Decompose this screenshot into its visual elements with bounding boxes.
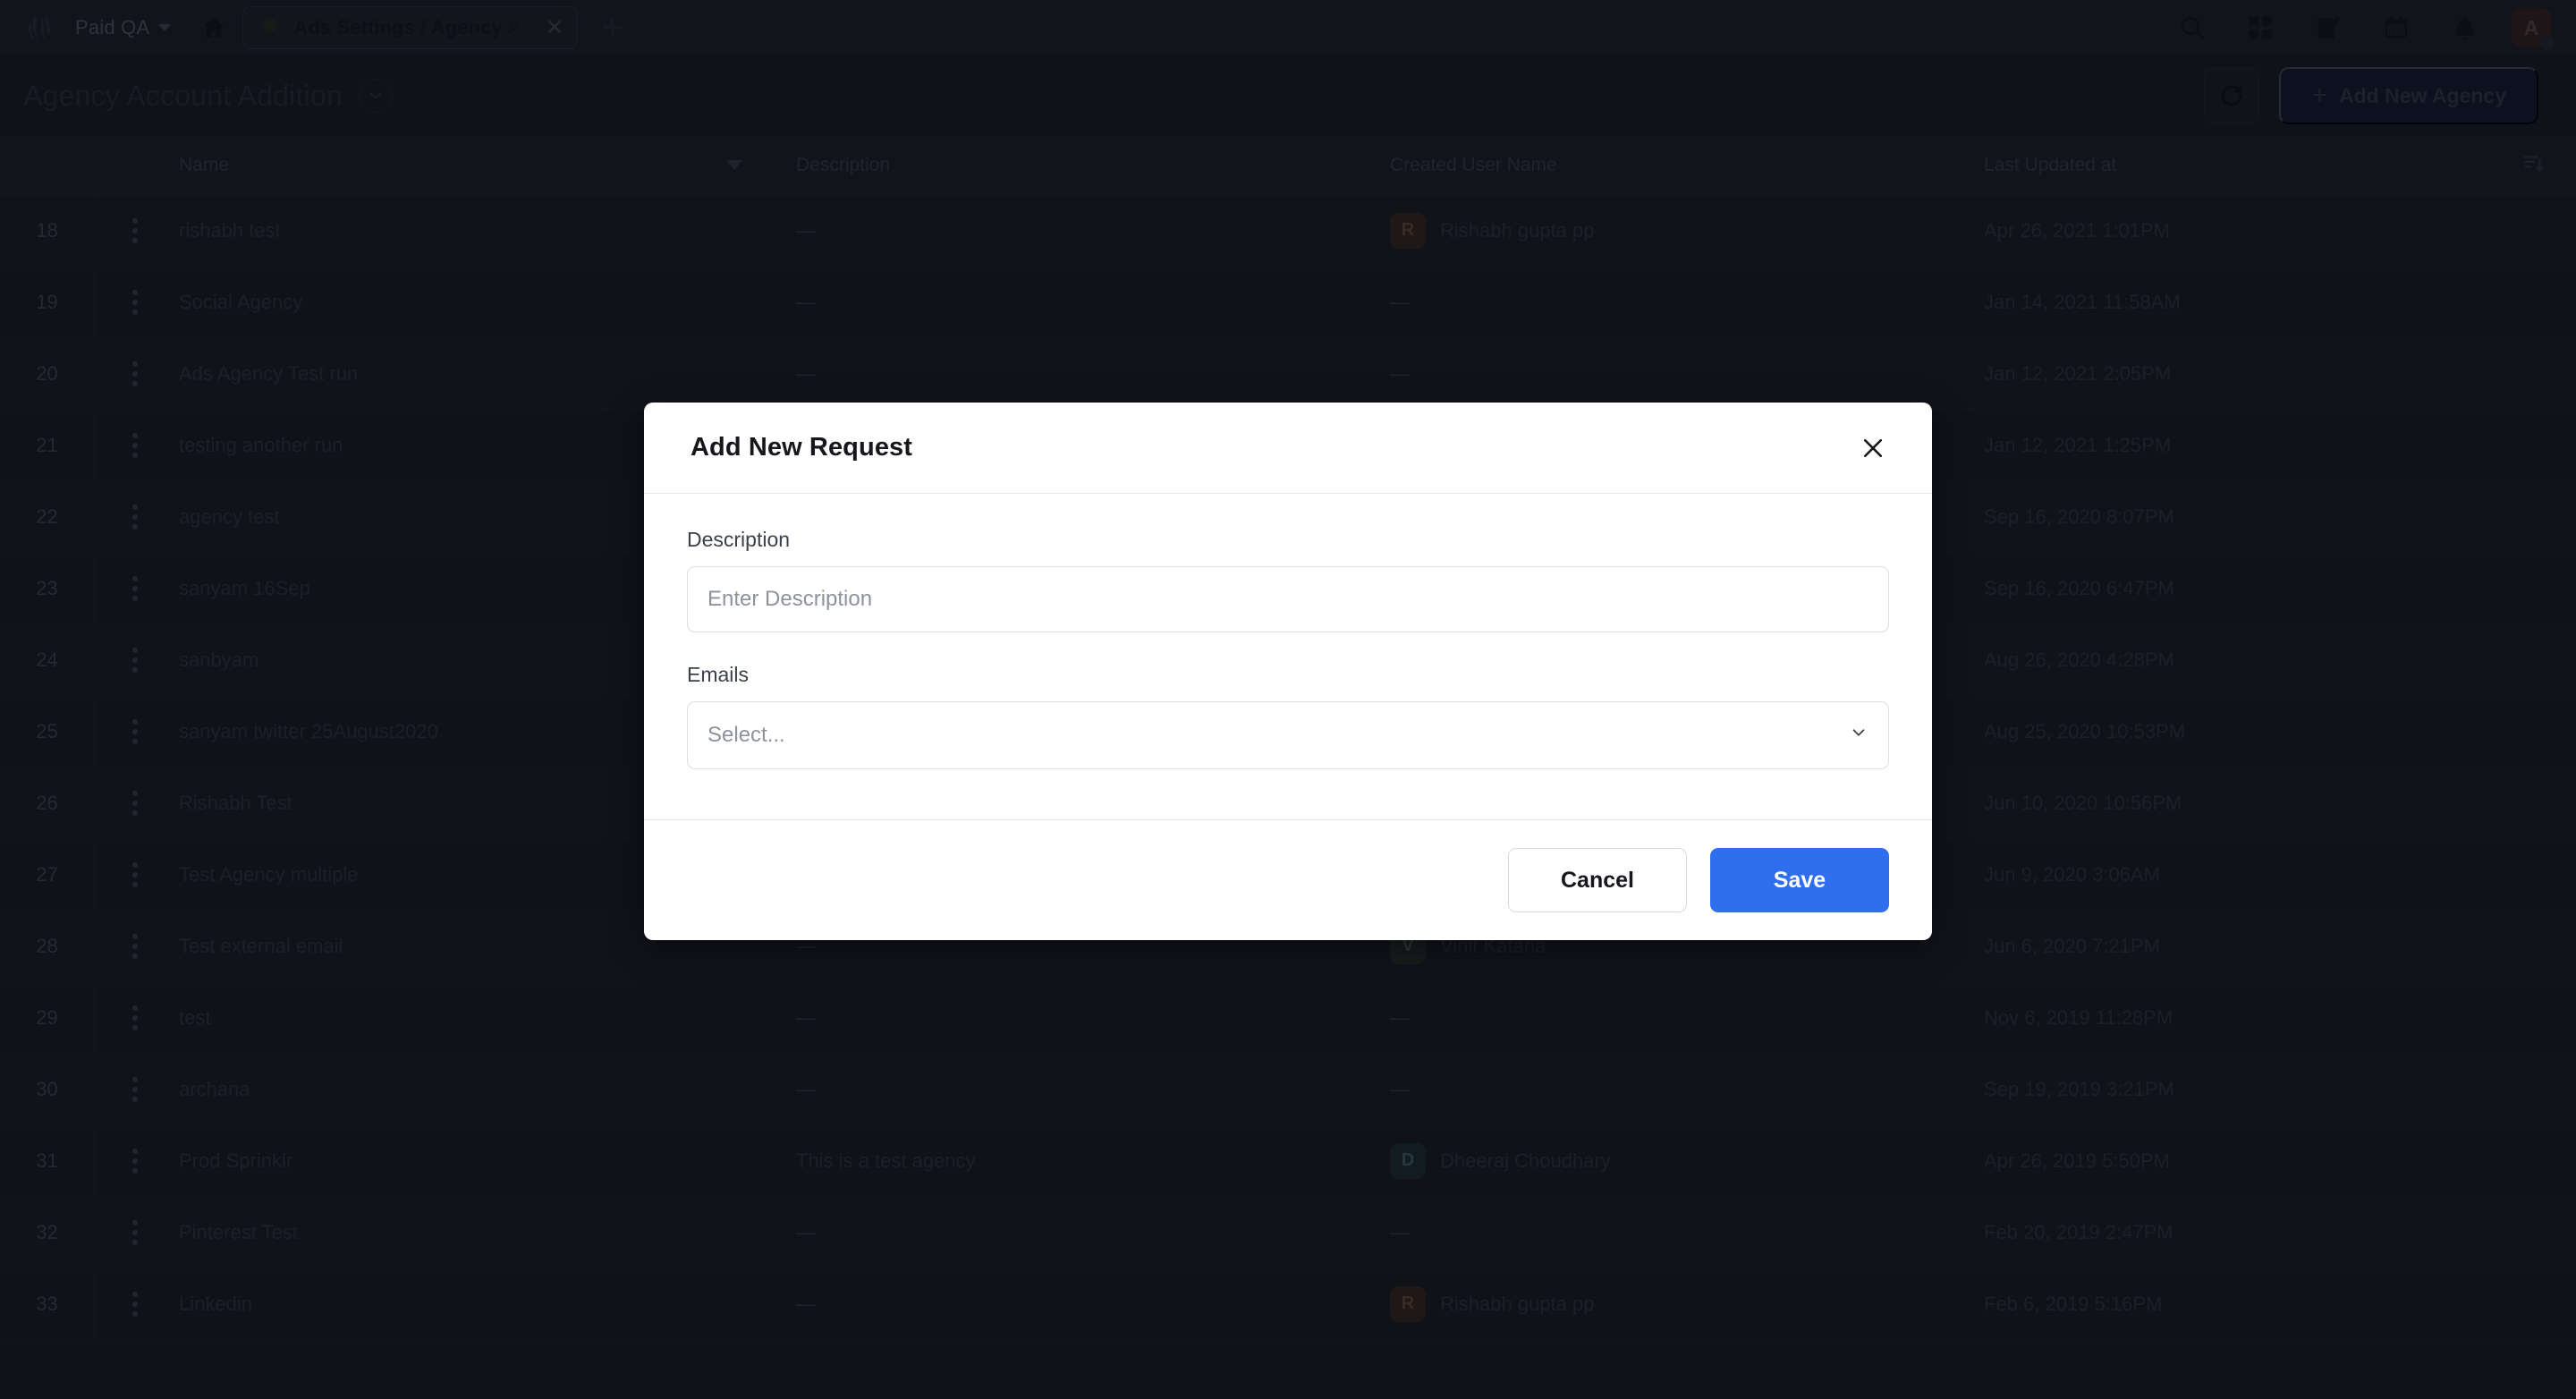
dialog-body: Description Emails Select... <box>644 494 1932 820</box>
save-button[interactable]: Save <box>1710 848 1889 912</box>
dialog-footer: Cancel Save <box>644 820 1932 940</box>
dialog-header: Add New Request <box>644 403 1932 494</box>
description-label: Description <box>687 528 791 551</box>
emails-select[interactable]: Select... <box>687 701 1889 769</box>
app-root: Paid QA Ads Settings / Agency Ac ✕ + <box>0 0 2576 1399</box>
close-icon[interactable] <box>1852 427 1894 470</box>
description-input[interactable] <box>687 566 1889 632</box>
emails-label: Emails <box>687 663 750 686</box>
cancel-button[interactable]: Cancel <box>1508 848 1687 912</box>
emails-field-group: Emails Select... <box>687 663 1889 769</box>
emails-select-value: Select... <box>708 723 785 747</box>
chevron-down-icon <box>1849 723 1868 749</box>
dialog-title: Add New Request <box>691 433 913 462</box>
description-field-group: Description <box>687 528 1889 632</box>
add-new-request-dialog: Add New Request Description Emails Selec… <box>644 403 1932 940</box>
